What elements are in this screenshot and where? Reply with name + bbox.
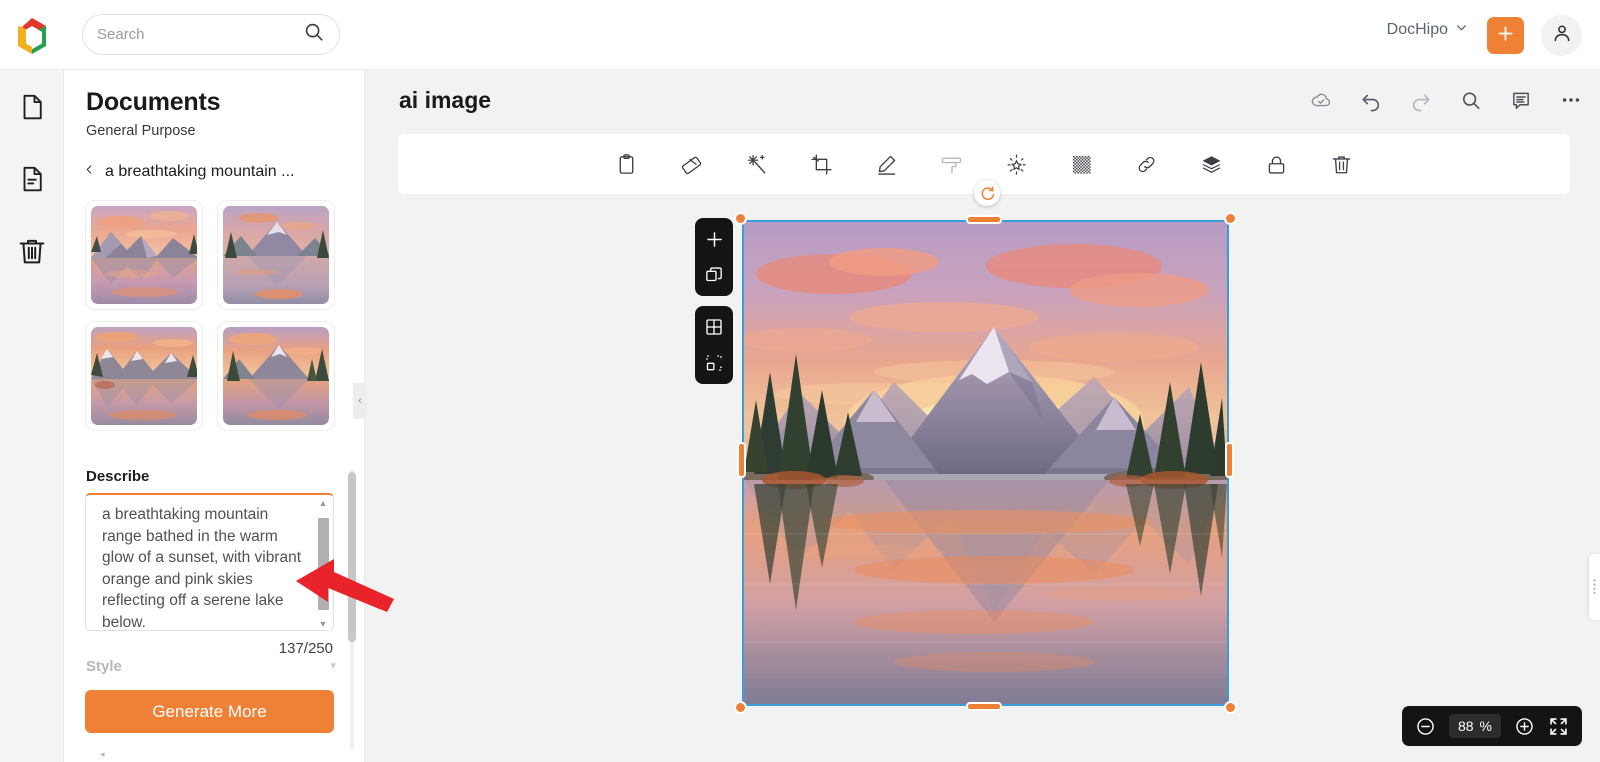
resize-handle-bottom-left[interactable] — [734, 701, 747, 714]
account-button[interactable] — [1541, 15, 1582, 56]
resize-handle-top-right[interactable] — [1224, 212, 1237, 225]
describe-textarea[interactable]: a breathtaking mountain range bathed in … — [85, 493, 334, 631]
resize-handle-top[interactable] — [966, 215, 1002, 224]
select-area-button[interactable] — [703, 352, 725, 374]
transparency-button[interactable] — [1070, 152, 1094, 176]
duplicate-page-button[interactable] — [703, 264, 725, 286]
comments-button[interactable] — [1510, 89, 1532, 111]
resize-handle-bottom[interactable] — [966, 702, 1002, 711]
paint-button[interactable] — [940, 152, 964, 176]
top-bar: DocHipo — [0, 0, 1600, 70]
chevron-down-icon — [1455, 21, 1468, 39]
add-page-button[interactable] — [703, 228, 725, 250]
crop-button[interactable] — [810, 152, 834, 176]
rotate-handle-icon[interactable] — [974, 180, 1000, 206]
dochipo-logo[interactable] — [10, 14, 54, 58]
create-new-button[interactable] — [1487, 17, 1524, 54]
delete-button[interactable] — [1330, 152, 1354, 176]
rail-item-trash[interactable] — [15, 236, 49, 270]
adjust-button[interactable] — [1005, 152, 1029, 176]
ai-thumbnail-2[interactable] — [217, 200, 335, 310]
canvas-search-button[interactable] — [1460, 89, 1482, 111]
chevron-left-icon[interactable] — [84, 162, 95, 181]
caret-up-icon[interactable]: ▲ — [319, 499, 328, 508]
grid-view-button[interactable] — [703, 316, 725, 338]
ai-thumbnail-1[interactable] — [85, 200, 203, 310]
breadcrumb[interactable]: a breathtaking mountain ... — [84, 162, 294, 181]
resize-handle-bottom-right[interactable] — [1224, 701, 1237, 714]
fullscreen-button[interactable] — [1547, 715, 1569, 737]
document-title[interactable]: ai image — [399, 87, 491, 114]
panel-scroll-thumb[interactable] — [348, 472, 356, 642]
cloud-save-status-icon[interactable] — [1310, 89, 1332, 111]
copy-style-button[interactable] — [615, 152, 639, 176]
panel-expand-tab[interactable] — [1589, 554, 1600, 620]
generate-more-button[interactable]: Generate More — [85, 690, 334, 733]
redo-button[interactable] — [1410, 89, 1432, 112]
plus-icon — [1495, 23, 1516, 49]
ai-thumbnail-3[interactable] — [85, 321, 203, 431]
panel-scrollbar[interactable] — [348, 462, 356, 757]
zoom-level[interactable]: 88 % — [1448, 714, 1501, 738]
chevron-left-icon: ‹ — [358, 395, 362, 407]
caret-down-icon[interactable]: ▼ — [319, 620, 328, 629]
header-actions — [1310, 89, 1582, 112]
layout-tools-group — [695, 306, 733, 384]
search-box[interactable] — [82, 14, 340, 55]
search-input[interactable] — [97, 26, 303, 43]
more-options-button[interactable] — [1560, 89, 1582, 111]
search-icon[interactable] — [303, 21, 325, 48]
zoom-value: 88 — [1457, 718, 1474, 734]
zoom-out-button[interactable] — [1415, 715, 1437, 737]
user-avatar-icon — [1551, 22, 1573, 49]
describe-scroll-thumb[interactable] — [317, 518, 329, 610]
undo-button[interactable] — [1360, 89, 1382, 112]
ai-generated-image[interactable] — [742, 220, 1229, 706]
ai-thumbnail-4[interactable] — [217, 321, 335, 431]
rail-item-documents[interactable] — [15, 164, 49, 198]
document-icon — [17, 164, 47, 199]
breadcrumb-label: a breathtaking mountain ... — [105, 162, 295, 180]
character-counter: 137/250 — [278, 640, 333, 657]
layers-button[interactable] — [1200, 152, 1224, 176]
horizontal-scroll-indicator[interactable]: ◂ — [100, 749, 105, 760]
blank-page-icon — [17, 92, 47, 127]
lock-button[interactable] — [1265, 152, 1289, 176]
workspace-selector[interactable]: DocHipo — [1387, 21, 1468, 39]
zoom-controls: 88 % — [1401, 706, 1582, 746]
page-tools-group — [695, 218, 733, 296]
link-button[interactable] — [1135, 152, 1159, 176]
resize-handle-right[interactable] — [1225, 442, 1234, 478]
draw-button[interactable] — [875, 152, 899, 176]
zoom-in-button[interactable] — [1513, 715, 1535, 737]
rail-item-blank-page[interactable] — [15, 92, 49, 126]
page-title: Documents — [86, 88, 221, 116]
next-section-label: Style — [86, 658, 122, 674]
describe-scrollbar[interactable]: ▲ ▼ — [316, 499, 330, 629]
canvas-side-tools — [695, 218, 733, 384]
ai-image-panel: Documents General Purpose a breathtaking… — [64, 70, 365, 762]
panel-collapse-toggle[interactable]: ‹ — [353, 383, 367, 419]
background-remover-button[interactable] — [680, 152, 704, 176]
left-rail — [0, 70, 64, 762]
next-section-header[interactable]: Style ▾ — [86, 658, 336, 674]
selected-image-element[interactable] — [734, 180, 1237, 714]
trash-icon — [16, 235, 48, 272]
generated-thumbnails — [85, 200, 341, 431]
describe-value: a breathtaking mountain range bathed in … — [102, 506, 302, 631]
ai-edit-button[interactable] — [745, 152, 769, 176]
resize-handle-left[interactable] — [737, 442, 746, 478]
zoom-unit: % — [1479, 718, 1492, 734]
chevron-down-icon: ▾ — [330, 660, 336, 672]
workspace-label: DocHipo — [1386, 21, 1448, 38]
resize-handle-top-left[interactable] — [734, 212, 747, 225]
editor-main: ai image 88 % — [365, 70, 1600, 762]
describe-label: Describe — [86, 468, 150, 485]
panel-subtitle: General Purpose — [86, 123, 196, 139]
